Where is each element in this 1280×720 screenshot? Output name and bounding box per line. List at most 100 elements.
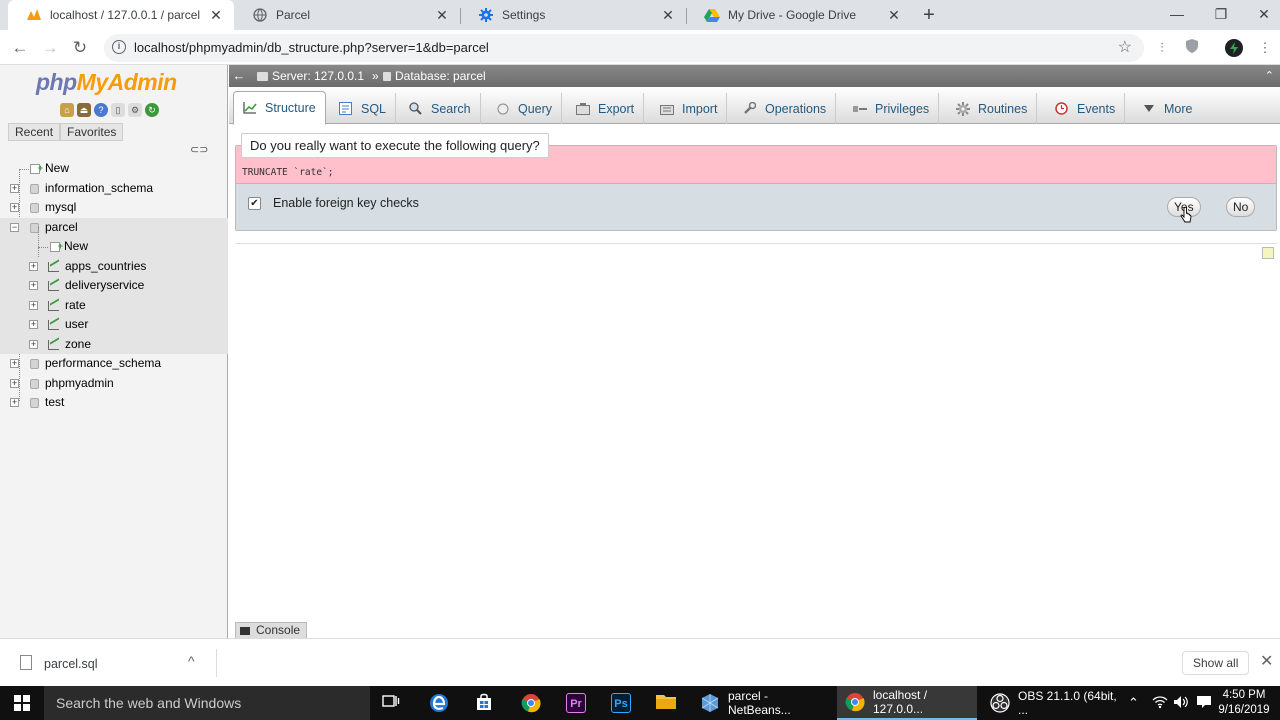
expand-plus-icon[interactable]: + — [29, 320, 38, 329]
settings-gear-icon[interactable]: ⚙ — [128, 103, 142, 117]
tree-table-deliveryservice[interactable]: + deliveryservice — [0, 276, 228, 296]
foreign-key-checks-checkbox[interactable]: ✔ — [248, 196, 261, 210]
help-icon[interactable]: ? — [94, 103, 108, 117]
taskbar-netbeans[interactable]: parcel - NetBeans... — [692, 686, 832, 720]
tab-search[interactable]: Search — [400, 93, 481, 124]
tab-query[interactable]: Query — [487, 93, 563, 124]
expand-plus-icon[interactable]: + — [10, 183, 19, 193]
close-download-shelf-icon[interactable]: ✕ — [1260, 651, 1273, 671]
window-close-icon[interactable]: ✕ — [1242, 0, 1280, 30]
extension-sliders-icon[interactable]: ⫶ — [1153, 39, 1171, 57]
browser-tab-phpmyadmin[interactable]: localhost / 127.0.0.1 / parcel | ph ✕ — [8, 0, 234, 30]
tab-export[interactable]: Export — [567, 93, 645, 124]
wifi-icon[interactable] — [1152, 695, 1168, 712]
collapse-minus-icon[interactable]: − — [10, 222, 19, 232]
tree-table-new[interactable]: New — [0, 227, 228, 343]
tab-sql[interactable]: SQL — [330, 93, 397, 124]
favorites-tab[interactable]: Favorites — [60, 123, 124, 141]
chrome-icon[interactable] — [521, 693, 541, 713]
tree-table-zone[interactable]: + zone — [0, 334, 228, 354]
tab-import[interactable]: Import — [651, 93, 728, 124]
forward-arrow-icon[interactable]: → — [38, 36, 62, 60]
console-toggle[interactable]: Console — [235, 622, 308, 638]
tree-db-performance-schema[interactable]: + performance_schema — [0, 354, 228, 374]
premiere-pro-icon[interactable]: Pr — [566, 693, 586, 713]
tab-structure[interactable]: Structure — [233, 91, 326, 125]
notifications-icon[interactable] — [1196, 695, 1212, 712]
show-all-downloads-button[interactable]: Show all — [1182, 651, 1250, 675]
back-arrow-icon[interactable]: ← — [8, 36, 32, 60]
browser-tab-settings[interactable]: Settings ✕ — [460, 0, 686, 30]
url-text[interactable]: localhost/phpmyadmin/db_structure.php?se… — [134, 40, 489, 55]
download-item[interactable]: parcel.sql ^ — [14, 647, 214, 679]
restore-icon[interactable]: ❐ — [1199, 0, 1243, 30]
browser-tab-google-drive[interactable]: My Drive - Google Drive ✕ — [686, 0, 912, 30]
tree-table-apps-countries[interactable]: + apps_countries — [0, 256, 228, 276]
tab-events[interactable]: Events — [1046, 93, 1126, 124]
no-button[interactable]: No — [1226, 197, 1256, 217]
breadcrumb-database[interactable]: Database: parcel — [383, 65, 486, 87]
extension-shield-icon[interactable] — [1183, 39, 1201, 57]
tree-db-test[interactable]: + test — [0, 393, 228, 413]
reload-icon[interactable]: ↻ — [68, 36, 92, 60]
tree-db-phpmyadmin[interactable]: + phpmyadmin — [0, 374, 228, 394]
extension-bolt-icon[interactable] — [1225, 39, 1243, 57]
link-with-main-panel-icon[interactable]: ⊂⊃ — [190, 143, 208, 156]
site-info-icon[interactable]: i — [112, 40, 126, 54]
taskbar-obs[interactable]: OBS 21.1.0 (64bit, ... — [982, 686, 1122, 720]
phpmyadmin-logo[interactable]: phpMyAdmin — [36, 69, 177, 96]
windows-start-icon[interactable] — [14, 695, 30, 711]
tab-privileges[interactable]: Privileges — [844, 93, 940, 124]
documentation-icon[interactable]: ▯ — [111, 103, 125, 117]
expand-plus-icon[interactable]: + — [10, 359, 19, 368]
close-icon[interactable]: ✕ — [886, 7, 902, 24]
taskbar-chrome-window[interactable]: localhost / 127.0.0... — [837, 686, 977, 720]
page-settings-icon[interactable] — [1262, 247, 1274, 259]
expand-plus-icon[interactable]: + — [29, 281, 38, 290]
reload-navigation-icon[interactable]: ↻ — [145, 103, 159, 117]
tree-db-mysql[interactable]: + mysql — [0, 198, 228, 218]
expand-plus-icon[interactable]: + — [29, 300, 38, 310]
store-icon[interactable] — [474, 693, 494, 713]
taskbar-search-box[interactable]: Search the web and Windows — [44, 686, 370, 720]
new-tab-plus-icon[interactable]: + — [918, 4, 940, 26]
collapse-topbar-icon[interactable]: ⌃ — [1265, 65, 1274, 87]
home-icon[interactable]: ⌂ — [60, 103, 74, 117]
expand-plus-icon[interactable]: + — [10, 398, 19, 407]
edge-browser-icon[interactable] — [429, 693, 449, 713]
browser-menu-icon[interactable]: ⋮ — [1256, 39, 1274, 57]
browser-tab-parcel[interactable]: Parcel ✕ — [234, 0, 460, 30]
address-bar[interactable]: i localhost/phpmyadmin/db_structure.php?… — [104, 34, 1144, 62]
tree-table-user[interactable]: + user — [0, 315, 228, 335]
show-hidden-icons-chevron-icon[interactable]: ⌃ — [1128, 695, 1139, 711]
tree-db-parcel[interactable]: − parcel — [0, 217, 228, 237]
expand-plus-icon[interactable]: + — [29, 261, 38, 271]
close-icon[interactable]: ✕ — [434, 7, 450, 24]
expand-plus-icon[interactable]: + — [10, 203, 19, 212]
close-icon[interactable]: ✕ — [660, 7, 676, 24]
volume-icon[interactable] — [1173, 695, 1189, 712]
bookmark-star-icon[interactable]: ☆ — [1118, 37, 1132, 57]
chevron-up-icon[interactable]: ^ — [188, 653, 195, 669]
expand-plus-icon[interactable]: + — [29, 339, 38, 349]
download-file-name[interactable]: parcel.sql — [44, 657, 98, 671]
tab-title: Settings — [502, 8, 546, 22]
recent-tab[interactable]: Recent — [8, 123, 61, 141]
system-clock[interactable]: 4:50 PM 9/16/2019 — [1216, 688, 1272, 718]
tab-operations[interactable]: Operations — [734, 93, 837, 124]
file-explorer-icon[interactable] — [656, 693, 676, 713]
tree-new-database[interactable]: New — [0, 159, 228, 179]
tab-more[interactable]: More — [1133, 93, 1201, 124]
close-icon[interactable]: ✕ — [208, 7, 224, 24]
tab-routines[interactable]: Routines — [947, 93, 1038, 124]
foreign-key-checks-row[interactable]: ✔ Enable foreign key checks — [248, 196, 419, 210]
task-view-icon[interactable] — [381, 693, 401, 713]
collapse-navigation-arrow-icon[interactable]: ← — [231, 65, 247, 87]
minimize-icon[interactable]: — — [1155, 0, 1199, 30]
exit-icon[interactable]: ⏏ — [77, 103, 91, 117]
expand-plus-icon[interactable]: + — [10, 378, 19, 388]
tree-table-rate[interactable]: + rate — [0, 295, 228, 315]
breadcrumb-server[interactable]: Server: 127.0.0.1 — [257, 65, 364, 87]
photoshop-icon[interactable]: Ps — [611, 693, 631, 713]
tree-db-information-schema[interactable]: + information_schema — [0, 179, 228, 199]
